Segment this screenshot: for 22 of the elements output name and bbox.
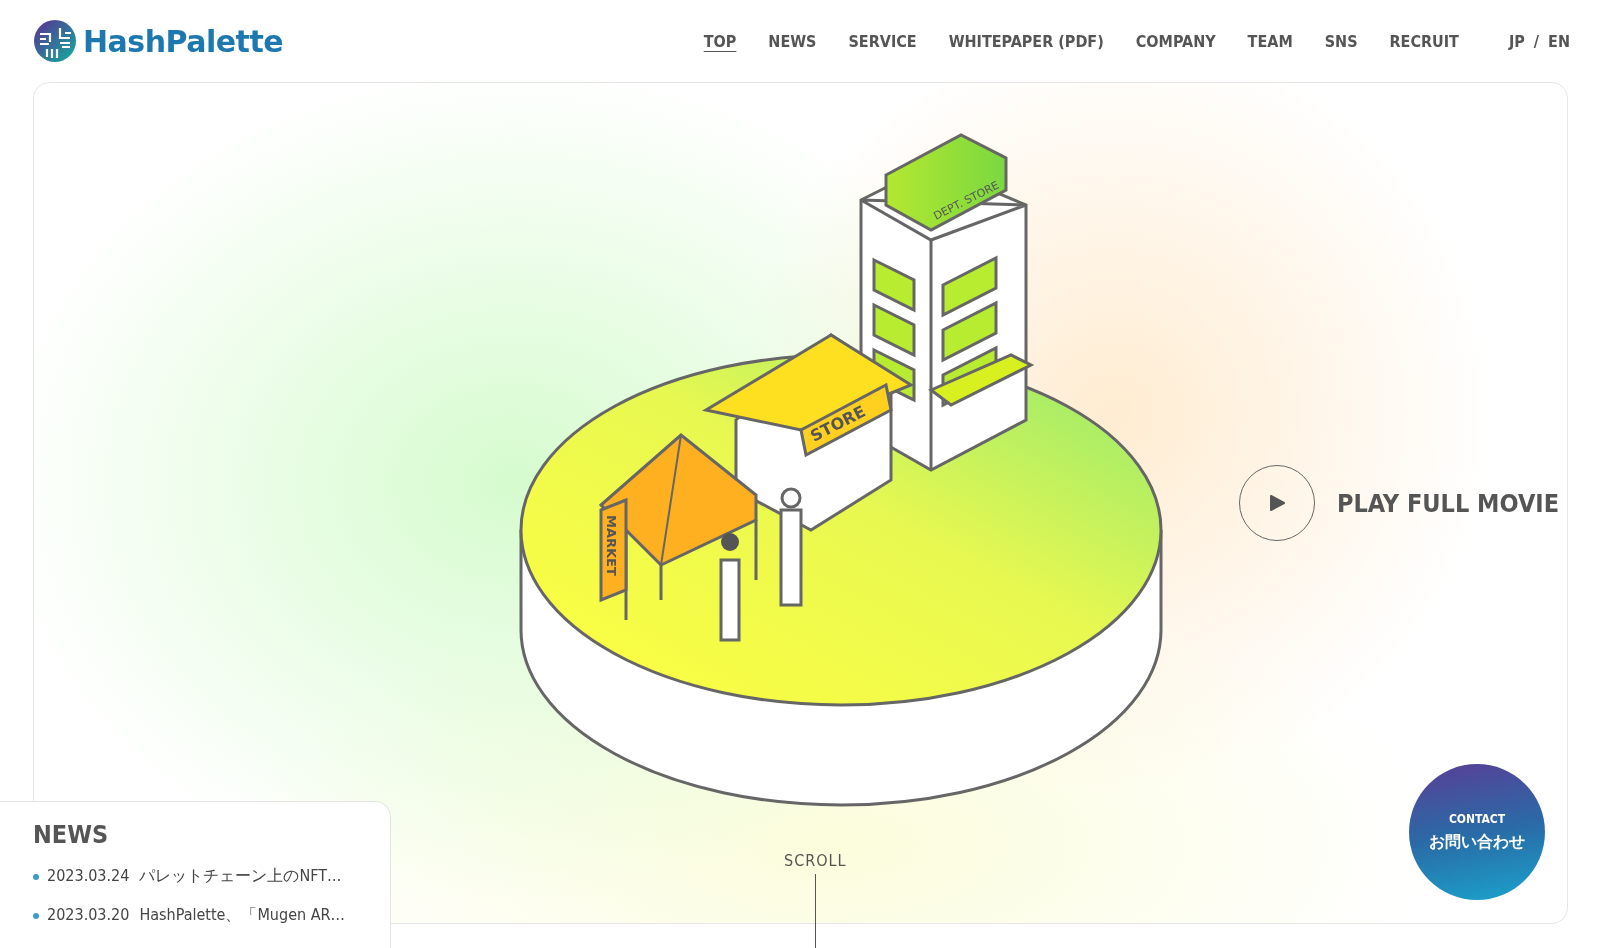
nav-link[interactable]: TOP [703,31,737,51]
nav-link[interactable]: NEWS [768,31,817,51]
language-link[interactable]: JP [1508,31,1525,51]
language-link[interactable]: EN [1548,31,1570,51]
nav-link[interactable]: RECRUIT [1389,31,1459,51]
nav-link[interactable]: COMPANY [1135,31,1216,51]
news-headline-link[interactable]: 2023.03.24 パレットチェーン上のNFT… [47,866,342,887]
contact-button[interactable]: CONTACT お問い合わせ [1409,764,1545,900]
play-icon [1269,495,1285,511]
scroll-label: SCROLL [784,851,847,870]
nav-link[interactable]: WHITEPAPER (PDF) [948,31,1104,51]
news-headline-link[interactable]: 2023.03.20 HashPalette、「Mugen AR… [47,905,345,926]
news-heading: NEWS [33,820,110,849]
nav-link[interactable]: SNS [1324,31,1358,51]
nav-link[interactable]: TEAM [1247,31,1293,51]
nav-link[interactable]: SERVICE [848,31,917,51]
play-movie-button[interactable]: PLAY FULL MOVIE [1239,465,1560,541]
language-separator: / [1533,31,1540,51]
bullet-icon [33,912,39,919]
logo-text[interactable]: HashPalette [83,23,284,59]
logo-icon [33,19,77,63]
bullet-icon [33,873,39,880]
